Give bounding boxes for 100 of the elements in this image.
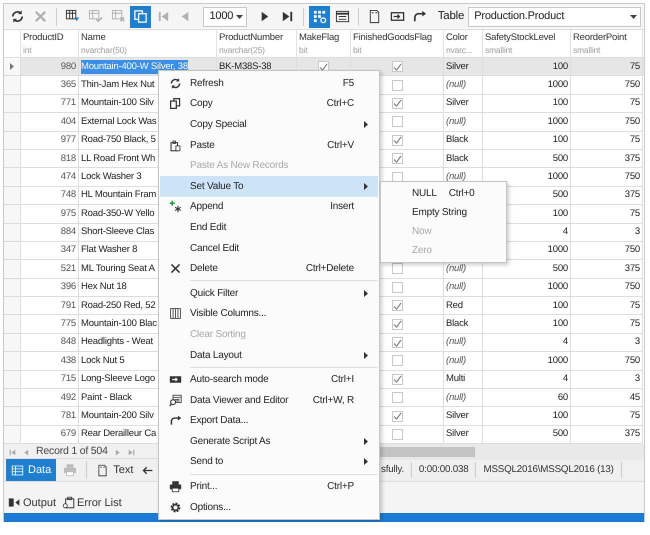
table-cell-text: 679 [60, 427, 76, 442]
shortcut-label: Ctrl+I [331, 373, 354, 388]
shortcut-label: Ctrl+W, R [312, 394, 354, 408]
table-cell-text: Silver [446, 96, 469, 110]
table-cell: Mountain-100 Blac [81, 317, 157, 332]
table-cell: Road-250 Red, 52 [81, 298, 156, 313]
table-label: Table [438, 8, 464, 24]
table-cell-text: (null) [446, 354, 466, 368]
table-cell: 750 [624, 280, 640, 294]
table-cell: 492 [60, 390, 76, 405]
table-cell-text: 474 [60, 170, 76, 184]
table-cell-text: 1000 [548, 354, 568, 368]
table-cell: LL Road Front Wh [81, 152, 156, 166]
table-cell-text: 750 [624, 243, 640, 258]
table-cell-text: Rear Derailleur Ca [81, 427, 156, 442]
table-cell: 791 [60, 298, 76, 313]
table-cell: 4 [562, 225, 568, 240]
table-cell-text: HL Mountain Fram [81, 188, 156, 202]
table-cell-text: Flat Washer 8 [81, 243, 138, 258]
table-cell-text: 500 [552, 427, 568, 442]
shortcut-label: Ctrl+V [327, 138, 354, 153]
table-cell: 4 [562, 372, 568, 386]
column-type: nvarc... [446, 44, 472, 56]
table-cell: 1000 [548, 114, 568, 129]
column-name: ProductID [23, 32, 64, 44]
table-cell: 980 [60, 60, 76, 74]
table-cell: Multi [446, 372, 466, 386]
table-cell-text: (null) [446, 170, 466, 184]
table-cell-text: 1000 [548, 243, 568, 258]
status-text: 0:00:00.038 [412, 462, 476, 478]
table-cell: 977 [60, 133, 76, 148]
shortcut-label: Ctrl+P [327, 480, 354, 494]
table-cell-text: 375 [624, 262, 640, 276]
table-cell: Black [446, 152, 468, 166]
table-cell: Long-Sleeve Logo [81, 372, 155, 386]
table-cell: 100 [552, 206, 568, 221]
table-cell-text: Silver [446, 408, 469, 423]
table-cell-text: Lock Washer 3 [81, 170, 142, 184]
table-cell-text: Mountain-200 Silv [81, 408, 154, 423]
table-cell: (null) [446, 114, 466, 129]
shortcut-label: Ctrl+C [326, 97, 354, 112]
shortcut-label: Insert [330, 200, 354, 214]
table-cell: 75 [630, 298, 640, 313]
table-cell: 100 [552, 298, 568, 313]
table-cell-text: Silver [446, 427, 469, 442]
column-type: bit [299, 44, 308, 56]
table-cell: 975 [60, 206, 76, 221]
column-type: smallint [573, 44, 600, 56]
table-cell: 60 [558, 390, 568, 405]
table-cell-text: 500 [552, 188, 568, 202]
column-type: int [23, 44, 32, 56]
table-cell: 500 [552, 152, 568, 166]
table-cell: 884 [60, 225, 76, 240]
table-cell: 100 [552, 60, 568, 74]
table-cell-text: (null) [446, 262, 466, 276]
table-cell-text: Mountain-100 Silv [81, 96, 154, 110]
table-cell: 818 [60, 152, 76, 166]
table-cell-text: 848 [60, 335, 76, 350]
table-cell: Mountain-400-W Silver, 38 [81, 60, 188, 74]
table-cell-text: 100 [552, 96, 568, 110]
column-name: Name [81, 32, 106, 44]
table-cell: Road-750 Black, 5 [81, 133, 156, 148]
column-name: ReorderPoint [573, 32, 627, 44]
table-cell: (null) [446, 280, 466, 294]
column-name: FinishedGoodsFlag [353, 32, 432, 44]
table-cell-text: 500 [552, 262, 568, 276]
table-cell-text: 4 [562, 335, 568, 350]
table-cell-text: 75 [630, 408, 640, 423]
table-cell-text: Lock Nut 5 [81, 354, 124, 368]
record-counter: Record 1 of 504 [36, 444, 108, 460]
table-cell: 775 [60, 317, 76, 332]
table-cell: Red [446, 298, 463, 313]
table-cell-text: (null) [446, 78, 466, 92]
table-cell: Road-350-W Yello [81, 206, 154, 221]
table-cell: Black [446, 133, 468, 148]
table-cell: External Lock Was [81, 114, 156, 129]
table-cell: 375 [624, 152, 640, 166]
table-cell: 75 [630, 133, 640, 148]
table-cell: 396 [60, 280, 76, 294]
table-cell-text: 100 [552, 408, 568, 423]
column-name: ProductNumber [219, 32, 283, 44]
table-cell-text: 750 [624, 170, 640, 184]
table-cell: Black [446, 317, 468, 332]
table-cell: 45 [630, 390, 640, 405]
table-cell: Paint - Black [81, 390, 132, 405]
table-cell-text: 1000 [548, 170, 568, 184]
table-cell: 100 [552, 133, 568, 148]
table-cell-text: 375 [624, 427, 640, 442]
table-cell: 75 [630, 206, 640, 221]
column-type: smallint [485, 44, 512, 56]
table-cell-text: ML Touring Seat A [81, 262, 155, 276]
column-type: nvarchar(25) [219, 44, 265, 56]
shortcut-label: F5 [342, 76, 354, 91]
table-cell-text: 750 [624, 354, 640, 368]
table-cell: 1000 [548, 280, 568, 294]
column-name: SafetyStockLevel [485, 32, 556, 44]
table-cell: 750 [624, 114, 640, 129]
table-cell-text: 750 [624, 78, 640, 92]
table-cell-text: 347 [60, 243, 76, 258]
table-cell: 3 [634, 372, 640, 386]
